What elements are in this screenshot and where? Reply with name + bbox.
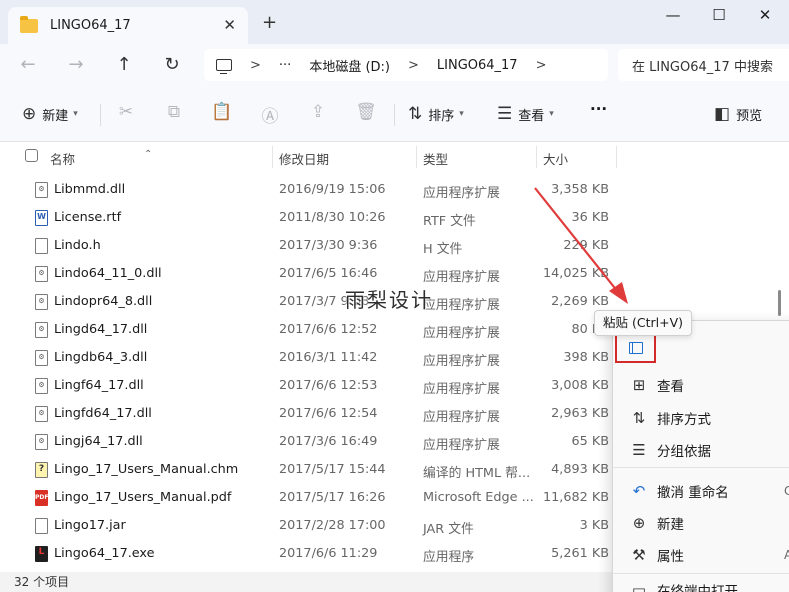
context-menu: ⊞ 查看 ⇅ 排序方式 ☰ 分组依据 ↶ 撤消 重命名 C ⊕ 新建 ⚒ 属性 A ▭ 在终端中打… <box>612 320 789 592</box>
breadcrumb[interactable]: > ··· 本地磁盘 (D:) > LINGO64_17 > <box>204 49 608 81</box>
view-label: 查看 <box>518 108 545 124</box>
sort-button[interactable]: ⇅ 排序 ▾ <box>408 104 464 124</box>
rename-icon[interactable]: Ⓐ <box>258 102 282 127</box>
file-row[interactable]: W License.rtf 2011/8/30 10:26 RTF 文件 36 KB <box>0 204 789 232</box>
chevron-down-icon: ▾ <box>459 109 464 119</box>
forward-button[interactable]: → <box>64 54 88 75</box>
more-options-button[interactable]: ··· <box>590 100 607 118</box>
chevron-right-icon[interactable]: > <box>250 58 261 73</box>
pdf-file-icon: PDF <box>35 490 48 506</box>
dll-file-icon: ⚙ <box>35 406 48 422</box>
tab-lingo64-17[interactable]: LINGO64_17 ✕ <box>8 7 248 44</box>
help-file-icon: ? <box>35 462 48 478</box>
chevron-right-icon[interactable]: > <box>536 58 547 73</box>
search-input[interactable]: 在 LINGO64_17 中搜索 <box>618 49 789 81</box>
rtf-file-icon: W <box>35 210 48 226</box>
breadcrumb-drive[interactable]: 本地磁盘 (D:) <box>309 56 390 75</box>
menu-item-view[interactable]: ⊞ 查看 <box>613 371 789 399</box>
menu-divider <box>613 467 789 468</box>
column-header: ⌃ 名称 修改日期 类型 大小 <box>0 142 789 172</box>
view-icon: ☰ <box>497 104 513 124</box>
chevron-down-icon: ▾ <box>549 109 554 119</box>
menu-item-properties[interactable]: ⚒ 属性 A <box>613 541 789 569</box>
sort-icon: ⇅ <box>632 409 646 427</box>
paste-icon[interactable]: 📋 <box>210 102 234 122</box>
column-date[interactable]: 修改日期 <box>279 149 329 168</box>
share-icon[interactable]: ⇪ <box>306 102 330 122</box>
menu-item-open-terminal[interactable]: ▭ 在终端中打开 <box>613 581 789 592</box>
up-button[interactable]: ↑ <box>112 54 136 75</box>
generic-file-icon <box>35 238 48 254</box>
breadcrumb-overflow[interactable]: ··· <box>279 58 291 73</box>
dll-file-icon: ⚙ <box>35 434 48 450</box>
cut-icon[interactable]: ✂ <box>114 102 138 122</box>
paste-button[interactable] <box>615 333 656 363</box>
column-divider[interactable] <box>536 146 537 168</box>
paste-icon <box>628 342 643 354</box>
chevron-right-icon[interactable]: > <box>408 58 419 73</box>
menu-item-undo-rename[interactable]: ↶ 撤消 重命名 C <box>613 477 789 505</box>
maximize-button[interactable]: ☐ <box>704 6 734 24</box>
plus-circle-icon: ⊕ <box>632 514 646 532</box>
dll-file-icon: ⚙ <box>35 294 48 310</box>
dll-file-icon: ⚙ <box>35 266 48 282</box>
tab-title: LINGO64_17 <box>50 18 131 33</box>
menu-item-sort[interactable]: ⇅ 排序方式 <box>613 404 789 432</box>
folder-icon <box>20 15 38 33</box>
new-button[interactable]: ⊕ 新建 ▾ <box>22 104 78 124</box>
exe-app-icon: L <box>35 546 48 562</box>
copy-icon[interactable]: ⧉ <box>162 102 186 122</box>
terminal-icon: ▭ <box>631 581 647 592</box>
preview-button[interactable]: ◧ 预览 <box>714 104 762 124</box>
file-row[interactable]: ⚙ Libmmd.dll 2016/9/19 15:06 应用程序扩展 3,358 KB <box>0 176 789 204</box>
dll-file-icon: ⚙ <box>35 378 48 394</box>
dll-file-icon: ⚙ <box>35 322 48 338</box>
delete-icon[interactable]: 🗑 <box>354 102 378 122</box>
divider <box>394 104 395 126</box>
breadcrumb-folder[interactable]: LINGO64_17 <box>437 58 518 73</box>
sort-icon: ⇅ <box>408 104 423 124</box>
column-divider[interactable] <box>616 146 617 168</box>
paste-tooltip: 粘贴 (Ctrl+V) <box>594 310 692 336</box>
dll-file-icon: ⚙ <box>35 182 48 198</box>
column-size[interactable]: 大小 <box>543 149 568 168</box>
dll-file-icon: ⚙ <box>35 350 48 366</box>
address-bar: ← → ↑ ↻ > ··· 本地磁盘 (D:) > LINGO64_17 > 在… <box>0 44 789 86</box>
computer-icon <box>216 59 232 74</box>
watermark-text: 雨梨设计 <box>345 288 433 312</box>
file-row[interactable]: Lindo.h 2017/3/30 9:36 H 文件 229 KB <box>0 232 789 260</box>
generic-file-icon <box>35 518 48 534</box>
undo-icon: ↶ <box>632 482 646 500</box>
column-divider[interactable] <box>416 146 417 168</box>
wrench-icon: ⚒ <box>632 546 646 564</box>
chevron-down-icon: ▾ <box>73 109 78 119</box>
command-bar: ⊕ 新建 ▾ ✂ ⧉ 📋 Ⓐ ⇪ 🗑 ⇅ 排序 ▾ ☰ 查看 ▾ ··· ◧ 预… <box>0 86 789 142</box>
title-bar: LINGO64_17 ✕ + — ☐ ✕ <box>0 0 789 44</box>
plus-circle-icon: ⊕ <box>22 104 37 124</box>
new-label: 新建 <box>42 108 69 124</box>
select-all-checkbox[interactable] <box>25 149 38 162</box>
divider <box>100 104 101 126</box>
close-window-button[interactable]: ✕ <box>750 6 780 24</box>
scrollbar-thumb[interactable] <box>778 290 781 316</box>
menu-item-new[interactable]: ⊕ 新建 <box>613 509 789 537</box>
refresh-button[interactable]: ↻ <box>160 54 184 75</box>
menu-item-group[interactable]: ☰ 分组依据 <box>613 436 789 464</box>
item-count: 32 个项目 <box>14 575 70 589</box>
group-icon: ☰ <box>632 441 646 459</box>
sort-label: 排序 <box>428 108 455 124</box>
column-divider[interactable] <box>272 146 273 168</box>
menu-divider <box>613 573 789 574</box>
minimize-button[interactable]: — <box>658 6 688 24</box>
preview-pane-icon: ◧ <box>714 104 731 124</box>
back-button[interactable]: ← <box>16 54 40 75</box>
grid-icon: ⊞ <box>632 376 646 394</box>
view-button[interactable]: ☰ 查看 ▾ <box>497 104 554 124</box>
preview-label: 预览 <box>736 108 763 124</box>
sort-caret-icon: ⌃ <box>144 149 153 160</box>
new-tab-button[interactable]: + <box>262 12 277 33</box>
column-name[interactable]: 名称 <box>50 149 75 168</box>
column-type[interactable]: 类型 <box>423 149 448 168</box>
tab-close-button[interactable]: ✕ <box>223 16 236 34</box>
